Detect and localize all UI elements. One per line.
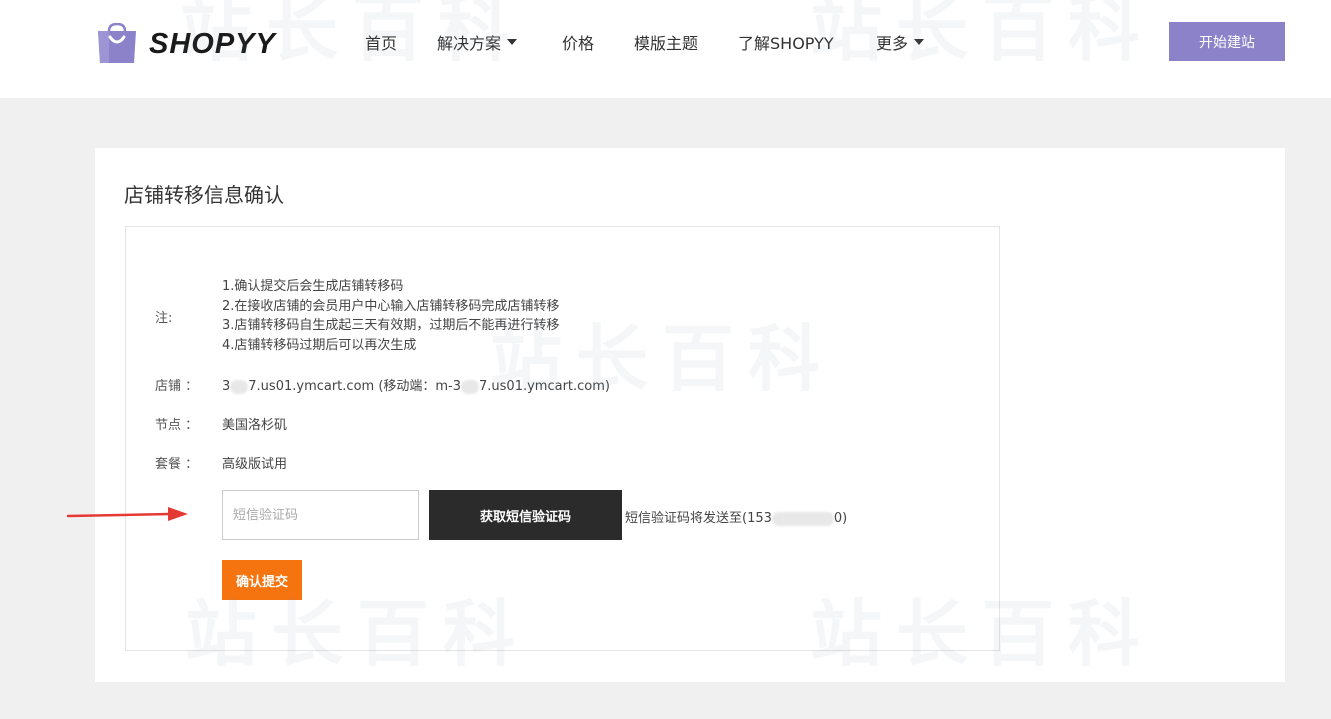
transfer-card: 店铺转移信息确认 注: 1.确认提交后会生成店铺转移码 2.在接收店铺的会员用户… <box>95 148 1285 682</box>
node-value: 美国洛杉矶 <box>222 418 288 433</box>
nav-item-more[interactable]: 更多 <box>876 30 925 54</box>
store-value: 3 7.us01.ymcart.com (移动端：m-3 7.us01.ymcart… <box>222 375 610 394</box>
store-value-mid: 7.us01.ymcart.com (移动端：m-3 <box>248 379 462 394</box>
caret-down-icon <box>914 39 925 45</box>
sms-note-prefix: 短信验证码将发送至(153 <box>625 511 772 526</box>
nav-item-home[interactable]: 首页 <box>365 30 397 54</box>
nav-label: 首页 <box>365 34 398 53</box>
shopping-bag-icon <box>95 22 139 65</box>
start-building-button[interactable]: 开始建站 <box>1169 22 1285 61</box>
store-label: 店铺 ： <box>155 379 199 394</box>
nav-item-about[interactable]: 了解SHOPYY <box>738 30 834 54</box>
note-item: 4.店铺转移码过期后可以再次生成 <box>222 337 417 353</box>
nav-label: 解决方案 <box>437 34 502 53</box>
redacted-mask <box>771 511 834 526</box>
sms-send-note: 短信验证码将发送至(153 0) <box>625 507 847 526</box>
transfer-form: 注: 1.确认提交后会生成店铺转移码 2.在接收店铺的会员用户中心输入店铺转移码… <box>125 226 1000 651</box>
logo-text: SHOPYY <box>149 27 276 60</box>
nav-item-templates[interactable]: 模版主题 <box>634 30 698 54</box>
nav-label: 了解SHOPYY <box>738 34 834 53</box>
nav-label: 模版主题 <box>634 34 699 53</box>
nav-item-solutions[interactable]: 解决方案 <box>437 30 518 54</box>
nav-label: 价格 <box>562 34 595 53</box>
site-header: SHOPYY 首页 解决方案 价格 模版主题 了解SHOPYY 更多 开始建站 <box>0 0 1331 98</box>
page-title: 店铺转移信息确认 <box>124 183 284 207</box>
nav-label: 更多 <box>876 34 909 53</box>
node-label: 节点 ： <box>155 418 199 433</box>
get-sms-code-button[interactable]: 获取短信验证码 <box>429 490 622 540</box>
red-arrow-icon <box>66 505 190 530</box>
note-item: 1.确认提交后会生成店铺转移码 <box>222 279 404 294</box>
notes-label: 注: <box>155 311 173 326</box>
redacted-mask <box>461 379 480 394</box>
sms-code-input[interactable] <box>222 490 419 540</box>
store-value-suffix: 7.us01.ymcart.com) <box>479 379 610 394</box>
note-item: 2.在接收店铺的会员用户中心输入店铺转移码完成店铺转移 <box>222 298 560 314</box>
store-value-prefix: 3 <box>222 379 231 394</box>
caret-down-icon <box>507 39 518 45</box>
confirm-submit-button[interactable]: 确认提交 <box>222 560 302 600</box>
plan-label: 套餐 ： <box>155 457 199 472</box>
nav-item-pricing[interactable]: 价格 <box>562 30 594 54</box>
plan-value: 高级版试用 <box>222 457 288 472</box>
redacted-mask <box>230 379 249 394</box>
logo[interactable]: SHOPYY <box>95 22 285 66</box>
note-item: 3.店铺转移码自生成起三天有效期，过期后不能再进行转移 <box>222 318 560 333</box>
notes-list: 1.确认提交后会生成店铺转移码 2.在接收店铺的会员用户中心输入店铺转移码完成店… <box>222 277 559 355</box>
sms-note-suffix: 0) <box>833 511 848 526</box>
